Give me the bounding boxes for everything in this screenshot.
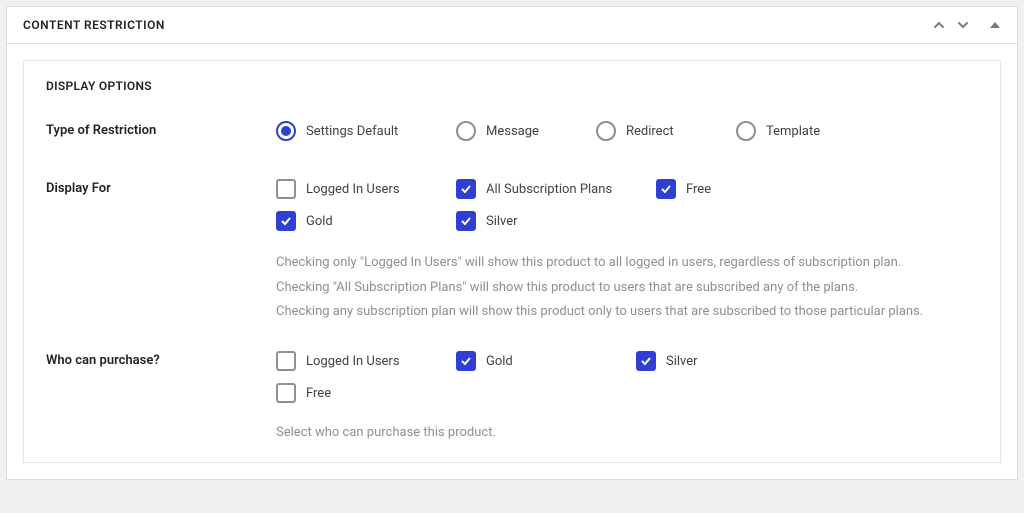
display-for-logged-in[interactable]: Logged In Users [276,179,456,199]
checkbox-icon [276,351,296,371]
checkbox-label: Silver [486,214,518,229]
purchase-help: Select who can purchase this product. [276,425,978,440]
checkbox-icon [656,179,676,199]
who-can-purchase-label: Who can purchase? [46,351,276,368]
checkbox-icon [636,351,656,371]
move-down-icon[interactable] [955,17,971,33]
radio-icon [736,121,756,141]
help-line: Checking any subscription plan will show… [276,300,978,325]
radio-label: Settings Default [306,124,398,139]
radio-icon [596,121,616,141]
type-of-restriction-row: Type of Restriction Settings Default Mes… [46,121,978,153]
restriction-option-default[interactable]: Settings Default [276,121,456,141]
checkbox-label: Gold [486,354,513,369]
radio-icon [456,121,476,141]
checkbox-icon [456,351,476,371]
purchase-silver[interactable]: Silver [636,351,816,371]
radio-label: Message [486,124,539,139]
content-restriction-panel: CONTENT RESTRICTION DISPLAY OPTIONS Type… [6,6,1018,480]
radio-label: Template [766,124,820,139]
display-for-label: Display For [46,179,276,196]
help-line: Checking "All Subscription Plans" will s… [276,276,978,301]
display-options-box: DISPLAY OPTIONS Type of Restriction Sett… [23,60,1001,463]
section-heading: DISPLAY OPTIONS [46,79,978,93]
checkbox-label: Logged In Users [306,182,400,197]
display-for-gold[interactable]: Gold [276,211,456,231]
checkbox-label: Silver [666,354,698,369]
display-for-free[interactable]: Free [656,179,806,199]
restriction-option-message[interactable]: Message [456,121,596,141]
panel-title: CONTENT RESTRICTION [23,18,931,32]
checkbox-label: Gold [306,214,333,229]
collapse-icon[interactable] [989,19,1001,31]
purchase-gold[interactable]: Gold [456,351,636,371]
panel-body: DISPLAY OPTIONS Type of Restriction Sett… [7,44,1017,479]
checkbox-icon [456,179,476,199]
checkbox-icon [276,383,296,403]
who-can-purchase-row: Who can purchase? Logged In Users Gold [46,351,978,440]
move-up-icon[interactable] [931,17,947,33]
checkbox-label: Free [686,182,711,197]
checkbox-icon [456,211,476,231]
purchase-logged-in[interactable]: Logged In Users [276,351,456,371]
help-line: Checking only "Logged In Users" will sho… [276,251,978,276]
purchase-free[interactable]: Free [276,383,978,403]
checkbox-icon [276,179,296,199]
checkbox-icon [276,211,296,231]
restriction-option-template[interactable]: Template [736,121,876,141]
checkbox-label: Logged In Users [306,354,400,369]
panel-header: CONTENT RESTRICTION [7,7,1017,44]
panel-controls [931,17,1001,33]
display-for-row: Display For Logged In Users All Subscrip… [46,179,978,325]
type-of-restriction-label: Type of Restriction [46,121,276,138]
display-for-silver[interactable]: Silver [456,211,636,231]
display-for-help: Checking only "Logged In Users" will sho… [276,251,978,325]
checkbox-label: Free [306,386,331,401]
restriction-option-redirect[interactable]: Redirect [596,121,736,141]
display-for-all-plans[interactable]: All Subscription Plans [456,179,656,199]
radio-icon [276,121,296,141]
checkbox-label: All Subscription Plans [486,182,612,197]
radio-label: Redirect [626,124,674,139]
